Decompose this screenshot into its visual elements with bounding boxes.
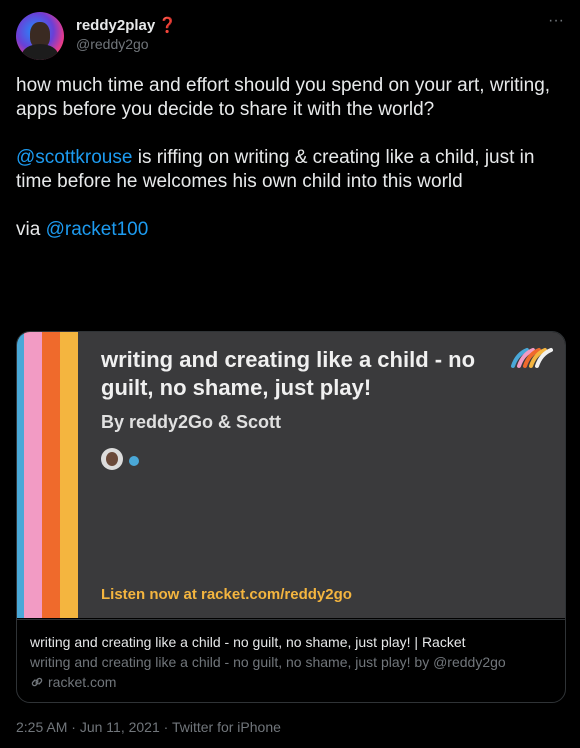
author-display-name[interactable]: reddy2play <box>76 17 155 34</box>
racket-logo-icon <box>511 348 553 368</box>
link-icon <box>31 677 43 687</box>
card-host-avatar <box>101 448 123 470</box>
mention-racket100[interactable]: @racket100 <box>46 219 149 240</box>
tweet-paragraph-1: how much time and effort should you spen… <box>16 75 551 120</box>
avatar-body <box>22 44 58 60</box>
card-meta-description: writing and creating like a child - no g… <box>30 654 506 670</box>
card-listen-cta: Listen now at racket.com/reddy2go <box>101 586 352 603</box>
question-mark-icon: ❓ <box>158 17 177 34</box>
separator: · <box>159 719 172 735</box>
mention-scottkrouse[interactable]: @scottkrouse <box>16 147 132 168</box>
tweet-time[interactable]: 2:25 AM <box>16 719 67 735</box>
card-image[interactable]: writing and creating like a child - no g… <box>17 332 565 618</box>
card-guest-avatar <box>129 456 139 466</box>
card-meta[interactable]: writing and creating like a child - no g… <box>17 619 565 702</box>
tweet-source[interactable]: Twitter for iPhone <box>172 719 281 735</box>
author-avatar[interactable] <box>16 12 64 60</box>
more-horizontal-icon[interactable]: ··· <box>544 12 568 36</box>
card-domain: racket.com <box>48 674 117 690</box>
card-title: writing and creating like a child - no g… <box>101 347 476 400</box>
tweet-paragraph-2: @scottkrouse is riffing on writing & cre… <box>16 146 566 194</box>
card-stripe-pink <box>24 332 42 618</box>
via-text: via <box>16 219 46 240</box>
author-name-row: reddy2play ❓ <box>76 16 177 35</box>
tweet-paragraph-3: via @racket100 <box>16 218 566 242</box>
card-stripe-yellow <box>60 332 78 618</box>
tweet-header: reddy2play ❓ @reddy2go ··· <box>16 12 568 62</box>
tweet-body: how much time and effort should you spen… <box>16 74 566 266</box>
tweet-date[interactable]: Jun 11, 2021 <box>80 719 160 735</box>
separator: · <box>67 719 80 735</box>
card-stripe-blue <box>17 332 24 618</box>
link-card[interactable]: writing and creating like a child - no g… <box>16 331 566 703</box>
author-handle[interactable]: @reddy2go <box>76 36 149 52</box>
card-byline: By reddy2Go & Scott <box>101 412 282 432</box>
card-stripe-orange <box>42 332 60 618</box>
card-meta-domain-row: racket.com <box>30 672 552 692</box>
card-meta-title: writing and creating like a child - no g… <box>30 634 466 650</box>
tweet-timestamp: 2:25 AM · Jun 11, 2021 · Twitter for iPh… <box>16 719 281 735</box>
